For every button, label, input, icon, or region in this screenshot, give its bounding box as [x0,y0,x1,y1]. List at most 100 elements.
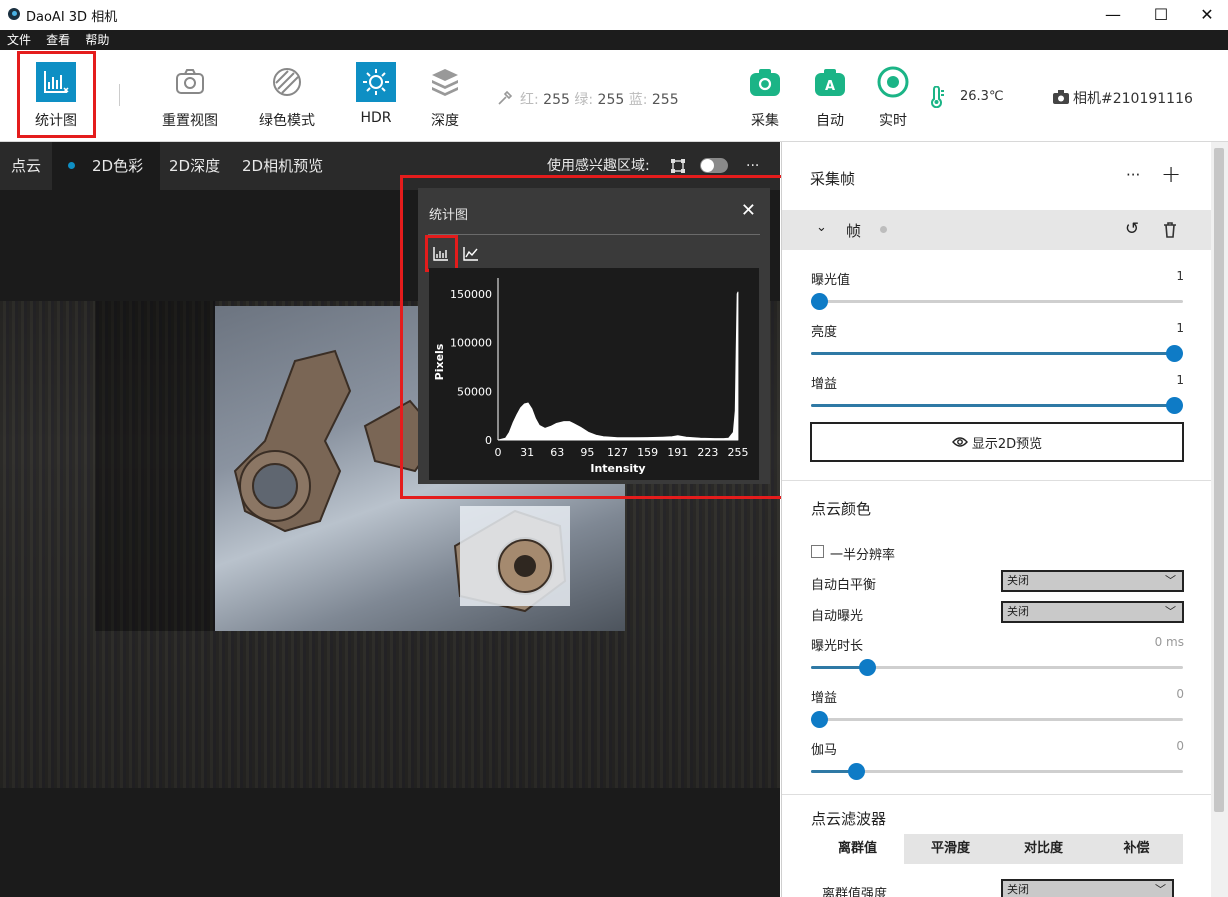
exp-time-value: 0 ms [1154,635,1184,649]
outlier-label: 离群值强度 [822,887,888,897]
temperature-value: 26.3℃ [960,89,1004,104]
depth-button[interactable]: 深度 [405,62,485,130]
exp-time-knob[interactable] [858,659,876,676]
panel-scrollbar[interactable] [1211,142,1228,897]
exp-time-slider[interactable] [811,659,1183,676]
green-mode-label: 绿色模式 [259,113,315,129]
frame-label: 帧 [846,222,862,240]
close-button[interactable]: ✕ [1184,0,1228,28]
hdr-label: HDR [360,110,392,126]
chevron-down-icon: ﹀ [1165,574,1176,587]
brightness-knob[interactable] [1166,345,1183,362]
rgb-r-label: 红: [520,92,539,108]
thermometer-icon [929,85,947,112]
tab-point-cloud[interactable]: 点云 [0,142,52,190]
roi-toggle[interactable] [700,158,728,173]
gamma-label: 伽马 [811,743,838,758]
green-mode-button[interactable]: 绿色模式 [247,62,327,130]
gain-slider[interactable] [811,397,1183,414]
frame-status-dot [880,226,887,233]
outlier-select[interactable]: 关闭 ﹀ [1001,879,1174,897]
rgb-b-value: 255 [651,92,679,108]
camera-id: 相机#210191116 [1073,91,1193,107]
tab-2d-preview[interactable]: 2D相机预览 [242,142,323,190]
maximize-button[interactable]: ☐ [1138,0,1184,28]
gain-knob[interactable] [1166,397,1183,414]
gamma-knob[interactable] [847,763,865,780]
toolbar-divider [119,84,120,106]
layers-icon [425,62,465,102]
gamma-value: 0 [1176,739,1184,753]
tab-smoothness[interactable]: 平滑度 [904,834,997,864]
show-2d-preview-button[interactable]: 显示2D预览 [810,422,1184,462]
gain2-slider[interactable] [811,711,1183,728]
chevron-down-icon: ﹀ [1155,883,1166,896]
rgb-b-label: 蓝: [628,92,648,108]
scrollbar-thumb[interactable] [1214,148,1224,812]
menu-file[interactable]: 文件 [7,30,31,50]
gamma-slider[interactable] [811,763,1183,780]
gain-value: 1 [1176,373,1184,387]
awb-label: 自动白平衡 [811,578,877,593]
window-title: DaoAI 3D 相机 [26,10,118,25]
gain2-knob[interactable] [811,711,828,728]
popup-highlight-box [400,175,784,499]
reset-view-button[interactable]: 重置视图 [150,62,230,130]
eye-icon [951,437,968,447]
sun-icon [356,62,396,102]
menu-bar: 文件 查看 帮助 [0,30,1228,50]
gain2-label: 增益 [811,691,838,706]
live-label: 实时 [879,113,907,129]
ae-select[interactable]: 关闭 ﹀ [1001,601,1184,623]
frame-header[interactable]: ⌄ 帧 ↺ [782,210,1211,250]
active-dot-icon [68,162,75,169]
rgb-r-value: 255 [543,92,570,108]
exposure-value: 1 [1176,269,1184,283]
brightness-fill [811,352,1174,355]
brightness-value: 1 [1176,321,1184,335]
menu-help[interactable]: 帮助 [85,30,109,50]
camera-icon [1053,90,1069,108]
exp-time-label: 曝光时长 [811,639,864,654]
app-logo-icon [8,8,20,20]
ae-value: 关闭 [1007,605,1029,618]
filter-title: 点云滤波器 [811,810,887,828]
exposure-slider[interactable] [811,293,1183,310]
rgb-g-value: 255 [597,92,625,108]
exposure-knob[interactable] [811,293,828,310]
add-frame-button[interactable]: + [1161,160,1181,188]
record-icon [873,62,913,102]
gain-label: 增益 [811,377,838,392]
tab-compensation[interactable]: 补偿 [1090,834,1183,864]
tab-outlier[interactable]: 离群值 [811,834,904,864]
tab-2d-depth[interactable]: 2D深度 [169,142,220,190]
gain2-value: 0 [1176,687,1184,701]
rgb-g-label: 绿: [574,92,594,108]
camera-rotate-icon [170,62,210,102]
tab-contrast[interactable]: 对比度 [997,834,1090,864]
undo-icon[interactable]: ↺ [1125,219,1139,239]
svg-text:A: A [825,79,835,94]
brightness-slider[interactable] [811,345,1183,362]
tab-2d-color[interactable]: 2D色彩 [52,142,160,190]
show-2d-preview-label: 显示2D预览 [971,436,1043,452]
menu-view[interactable]: 查看 [46,30,70,50]
half-res-checkbox[interactable] [811,545,824,558]
title-bar: DaoAI 3D 相机 — ☐ ✕ [0,0,1228,30]
section-divider [782,794,1211,795]
gain-fill [811,404,1174,407]
chevron-down-icon: ﹀ [1165,605,1176,618]
awb-select[interactable]: 关闭 ﹀ [1001,570,1184,592]
frames-more-button[interactable]: ··· [1126,166,1140,184]
hdr-button[interactable]: HDR [336,62,416,126]
tab-2d-color-label: 2D色彩 [92,157,144,175]
settings-panel: 采集帧 ··· + ⌄ 帧 ↺ 曝光值 1 亮度 1 增益 1 显示2D预览 点… [781,142,1211,897]
highlight-box [17,51,96,138]
ae-label: 自动曝光 [811,609,864,624]
trash-icon[interactable] [1163,222,1177,242]
chevron-down-icon[interactable]: ⌄ [816,220,827,235]
minimize-button[interactable]: — [1090,0,1136,28]
eyedropper-icon [497,90,513,110]
live-button[interactable]: 实时 [853,62,933,130]
frames-title: 采集帧 [810,170,856,188]
